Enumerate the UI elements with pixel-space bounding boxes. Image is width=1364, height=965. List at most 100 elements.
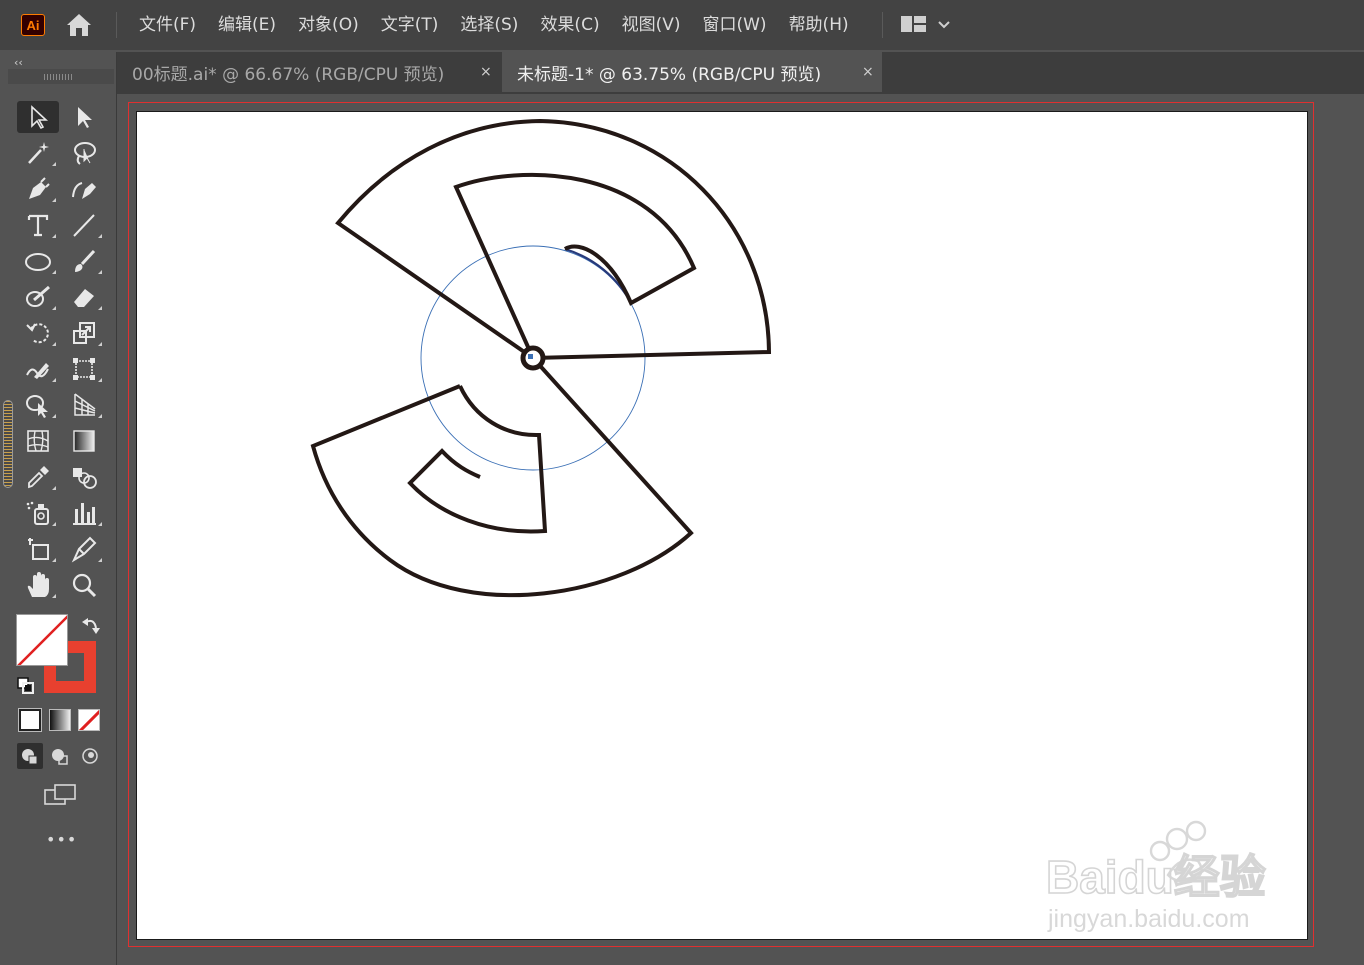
gradient-tool[interactable] [63,425,105,457]
bar-chart-icon [73,503,96,525]
warp-tool[interactable] [17,353,59,385]
draw-inside-icon [82,748,98,764]
slice-tool[interactable] [63,533,105,565]
zoom-tool[interactable] [63,569,105,601]
shaper-tool[interactable] [17,281,59,313]
blend-icon [73,468,97,489]
pen-tool[interactable] [17,173,59,205]
menu-view[interactable]: 视图(V) [611,0,692,50]
ellipse-icon [25,253,51,271]
collapse-panel-icon[interactable]: ‹‹ [14,56,23,69]
home-button[interactable] [64,12,94,38]
warp-icon [26,363,49,379]
ellipse-tool[interactable] [17,245,59,277]
none-slash-icon [79,710,99,730]
hand-tool[interactable] [17,569,59,601]
menu-window[interactable]: 窗口(W) [691,0,777,50]
eraser-icon [74,289,94,307]
default-fill-stroke-button[interactable] [16,676,36,696]
blend-tool[interactable] [63,461,105,493]
app-logo: Ai [21,14,45,36]
symbol-sprayer-tool[interactable] [17,497,59,529]
rotate-tool[interactable] [17,317,59,349]
draw-behind-button[interactable] [47,743,73,769]
symbol-sprayer-icon [26,501,49,525]
panel-grip[interactable] [44,74,74,80]
menu-select[interactable]: 选择(S) [449,0,529,50]
type-t-icon [27,214,49,237]
paintbrush-tool[interactable] [63,245,105,277]
change-screen-mode-button[interactable] [43,782,79,808]
menu-bar: Ai 文件(F) 编辑(E) 对象(O) 文字(T) 选择(S) 效果(C) 视… [0,0,1364,50]
line-segment-icon [73,214,95,237]
tab-label: 00标题.ai* @ 66.67% (RGB/CPU 预览) [132,64,445,85]
shaper-icon [26,285,50,307]
home-icon [67,14,91,36]
menu-separator [116,12,117,38]
tab-document-00[interactable]: 00标题.ai* @ 66.67% (RGB/CPU 预览) × [117,52,502,92]
artboard-tool[interactable] [17,533,59,565]
mesh-tool[interactable] [17,425,59,457]
slice-knife-icon [71,536,97,563]
curvature-tool[interactable] [63,173,105,205]
none-slash-icon [17,615,67,665]
menu-separator [882,12,883,38]
shape-builder-icon [26,395,48,418]
gradient-mode-button[interactable] [49,709,71,731]
watermark-brand: Baidu经验 [1046,851,1266,903]
hand-icon [27,572,49,597]
direct-selection-tool[interactable] [63,101,105,133]
column-graph-tool[interactable] [63,497,105,529]
curvature-pen-icon [72,182,96,199]
lasso-icon [74,142,96,165]
close-icon[interactable]: × [480,64,492,80]
scale-icon [73,322,95,344]
menu-object[interactable]: 对象(O) [287,0,370,50]
draw-inside-button[interactable] [77,743,103,769]
lasso-tool[interactable] [63,137,105,169]
menu-help[interactable]: 帮助(H) [778,0,860,50]
rotate-icon [26,323,49,344]
eraser-tool[interactable] [63,281,105,313]
toolbar-scroll-handle[interactable] [3,400,13,488]
document-tab-bar: 00标题.ai* @ 66.67% (RGB/CPU 预览) × 未标题-1* … [117,52,1364,94]
artboard-icon [28,538,49,560]
free-transform-icon [73,358,95,380]
direct-arrow-icon [78,107,92,128]
draw-normal-button[interactable] [17,743,43,769]
default-colors-icon [17,677,34,694]
tab-document-untitled[interactable]: 未标题-1* @ 63.75% (RGB/CPU 预览) × [502,52,882,92]
color-mode-button[interactable] [18,708,42,732]
baidu-watermark: Baidu经验 jingyan.baidu.com [1045,820,1267,933]
magic-wand-icon [28,142,49,164]
close-icon[interactable]: × [862,64,874,80]
watermark-url: jingyan.baidu.com [1047,905,1250,933]
perspective-grid-icon [74,393,96,416]
tab-label: 未标题-1* @ 63.75% (RGB/CPU 预览) [517,64,822,85]
layout-grid-icon [901,16,950,32]
none-mode-button[interactable] [78,709,100,731]
magic-wand-tool[interactable] [17,137,59,169]
edit-toolbar-button[interactable]: ••• [46,830,76,852]
workspace-switcher-button[interactable] [900,14,954,36]
eyedropper-tool[interactable] [17,461,59,493]
menu-list: 文件(F) 编辑(E) 对象(O) 文字(T) 选择(S) 效果(C) 视图(V… [128,0,860,50]
fill-color-swatch[interactable] [16,614,68,666]
mesh-icon [27,430,49,452]
draw-normal-icon [22,749,38,765]
screen-mode-icon [44,784,76,805]
selection-tool[interactable] [17,101,59,133]
scale-tool[interactable] [63,317,105,349]
menu-edit[interactable]: 编辑(E) [207,0,287,50]
type-tool[interactable] [17,209,59,241]
perspective-grid-tool[interactable] [63,389,105,421]
pen-nib-icon [29,177,50,199]
menu-effect[interactable]: 效果(C) [529,0,610,50]
chevron-down-icon [938,21,950,29]
menu-file[interactable]: 文件(F) [128,0,207,50]
menu-type[interactable]: 文字(T) [370,0,450,50]
swap-fill-stroke-button[interactable] [80,614,102,636]
free-transform-tool[interactable] [63,353,105,385]
shape-builder-tool[interactable] [17,389,59,421]
line-segment-tool[interactable] [63,209,105,241]
